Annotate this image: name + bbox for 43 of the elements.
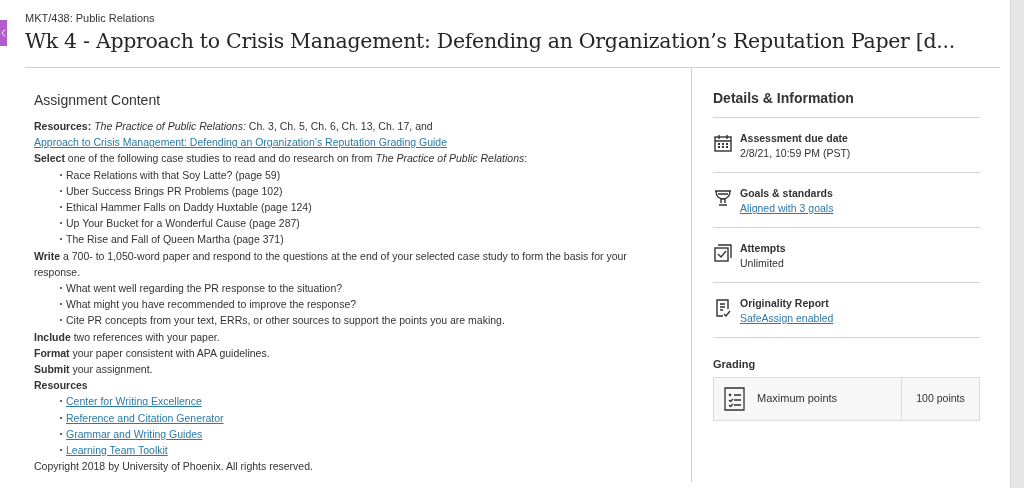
detail-link[interactable]: Aligned with 3 goals bbox=[740, 201, 834, 216]
points-value: 100 points bbox=[915, 390, 966, 406]
list-item-text: Ethical Hammer Falls on Daddy Huxtable (page 124) bbox=[66, 200, 312, 215]
paragraph-text: Select one of the following case studies to read and do research on from The Practice of Public Relations: bbox=[34, 151, 529, 167]
detail-value: 2/8/21, 10:59 PM (PST) bbox=[740, 146, 851, 161]
paragraph-text: Write a 700- to 1,050-word paper and respond to the questions at the end of your selected case study to form the basis for your response. bbox=[34, 248, 628, 280]
list-item-text: The Rise and Fall of Queen Martha (page 371) bbox=[66, 232, 284, 248]
course-name: MKT/438: Public Relations bbox=[25, 11, 156, 25]
paragraph-text: Include two references with your paper. bbox=[34, 329, 221, 345]
paragraph-text: Submit your assignment. bbox=[34, 362, 154, 378]
detail-label: Goals & standards bbox=[740, 186, 834, 201]
detail-label: Assessment due date bbox=[740, 131, 849, 146]
paragraph-text: Format your paper consistent with APA guidelines. bbox=[34, 345, 271, 361]
paragraph-text: Copyright 2018 by University of Phoenix. All rights reserved. bbox=[34, 459, 314, 475]
resource-link[interactable]: Grammar and Writing Guides bbox=[66, 425, 203, 443]
checklist-icon bbox=[722, 385, 748, 412]
list-item-text: What went well regarding the PR response to the situation? bbox=[66, 281, 343, 297]
checkbox-icon bbox=[713, 243, 733, 263]
list-item-text: Uber Success Brings PR Problems (page 102) bbox=[66, 183, 283, 199]
chevron-left-icon bbox=[1, 29, 6, 37]
list-item-text: Up Your Bucket for a Wonderful Cause (page 287) bbox=[66, 216, 300, 232]
trophy-icon bbox=[713, 188, 733, 208]
section-heading: Details & Information bbox=[713, 86, 980, 118]
resource-link[interactable]: Reference and Citation Generator bbox=[66, 409, 224, 426]
calendar-icon bbox=[713, 133, 733, 153]
list-item-text: Race Relations with that Soy Latte? (page 59) bbox=[66, 167, 281, 183]
list-item-text: What might you have recommended to improve the response? bbox=[66, 297, 357, 313]
detail-link[interactable]: SafeAssign enabled bbox=[740, 311, 834, 326]
page-title: Wk 4 - Approach to Crisis Management: Defending an Organization’s Reputation Paper [d... bbox=[25, 28, 956, 55]
resources-heading: Resources bbox=[34, 378, 89, 394]
document-check-icon bbox=[713, 298, 733, 318]
detail-label: Originality Report bbox=[740, 296, 830, 311]
grading-guide-link[interactable]: Approach to Crisis Management: Defending an Organization’s Reputation Grading Guide bbox=[34, 136, 448, 149]
grading-heading: Grading bbox=[713, 357, 757, 372]
section-heading: Assignment Content bbox=[34, 91, 162, 110]
resource-link[interactable]: Center for Writing Excellence bbox=[66, 393, 202, 410]
detail-value: Unlimited bbox=[740, 256, 785, 271]
paragraph-text: Resources: The Practice of Public Relations: Ch. 3, Ch. 5, Ch. 6, Ch. 13, Ch. 17, and Approach to Crisis Management: Defending an Organization’s Reputation Grading Guide bbox=[34, 119, 449, 151]
list-item-text: Cite PR concepts from your text, ERRs, or other sources to support the points you are making. bbox=[66, 313, 505, 329]
grading-label: Maximum points bbox=[757, 391, 838, 407]
side-tab[interactable] bbox=[0, 20, 7, 46]
detail-label: Attempts bbox=[740, 241, 786, 256]
resource-link[interactable]: Learning Team Toolkit bbox=[66, 442, 168, 459]
